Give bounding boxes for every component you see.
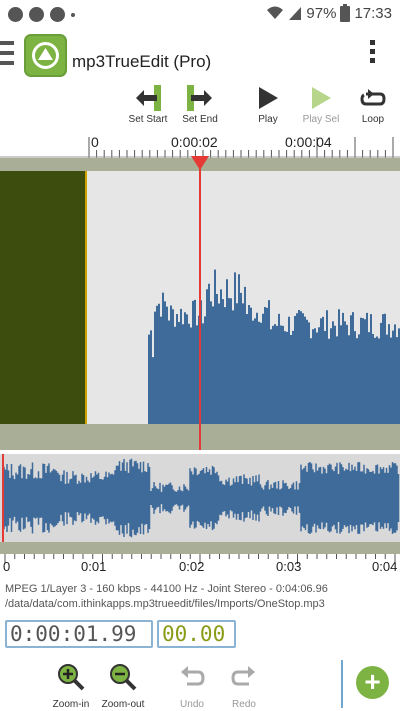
- notification-icon: [8, 7, 23, 22]
- app-logo-icon: [24, 34, 67, 77]
- audio-format-info: MPEG 1/Layer 3 - 160 kbps - 44100 Hz - J…: [5, 583, 328, 595]
- file-path: /data/data/com.ithinkapps.mp3trueedit/fi…: [5, 598, 325, 610]
- set-end-icon: [187, 85, 212, 111]
- play-icon: [259, 87, 278, 109]
- overview-label-2: 0:02: [179, 559, 205, 574]
- overview-band: [0, 542, 400, 554]
- overflow-menu-icon[interactable]: [366, 40, 378, 70]
- play-selection-label: Play Sel: [302, 114, 340, 125]
- wifi-icon: [267, 6, 284, 19]
- notification-icons: [8, 7, 75, 22]
- add-button[interactable]: +: [356, 666, 389, 699]
- battery-icon: [340, 4, 351, 22]
- ruler-label-start: 0: [91, 134, 99, 150]
- notification-icon: [50, 7, 65, 22]
- plus-icon: +: [364, 666, 381, 697]
- play-selection-button[interactable]: Play Sel: [294, 82, 348, 130]
- overview-label-3: 0:03: [276, 559, 302, 574]
- signal-icon: [289, 7, 302, 20]
- undo-icon: [181, 666, 205, 686]
- selection-length-display[interactable]: 00.00: [157, 620, 236, 648]
- set-start-button[interactable]: Set Start: [121, 82, 175, 130]
- set-end-button[interactable]: Set End: [173, 82, 227, 130]
- ruler-label-4s: 0:00:04: [285, 134, 332, 150]
- app-bar: mp3TrueEdit (Pro): [0, 30, 400, 82]
- set-end-label: Set End: [182, 114, 218, 125]
- playhead[interactable]: [199, 158, 201, 450]
- app-title: mp3TrueEdit (Pro): [72, 52, 212, 71]
- play-selection-icon: [312, 87, 331, 109]
- zoom-in-button[interactable]: Zoom-in: [44, 662, 98, 710]
- play-button[interactable]: Play: [241, 82, 295, 130]
- battery-percent: 97%: [306, 4, 337, 22]
- loop-button[interactable]: Loop: [346, 82, 400, 130]
- bottom-divider: [341, 660, 343, 708]
- overview-label-4: 0:04: [372, 559, 398, 574]
- bottom-toolbar: Zoom-in Zoom-out Undo Redo +: [0, 660, 400, 711]
- notification-icon: [29, 7, 44, 22]
- play-label: Play: [258, 114, 278, 125]
- redo-icon: [231, 666, 255, 686]
- menu-icon[interactable]: [0, 41, 14, 71]
- overview-position-marker: [2, 454, 4, 542]
- status-bar: 97% 17:33: [0, 0, 400, 30]
- redo-label: Redo: [232, 699, 256, 710]
- playhead-handle[interactable]: [191, 156, 209, 170]
- waveform-editor[interactable]: [0, 156, 400, 450]
- zoom-in-icon: [58, 664, 85, 691]
- zoom-in-label: Zoom-in: [52, 699, 90, 710]
- playback-toolbar: Set Start Set End Play Play Sel Loop: [0, 82, 400, 132]
- set-start-label: Set Start: [128, 114, 168, 125]
- loop-icon: [360, 89, 386, 106]
- overview-label-0: 0: [3, 559, 11, 574]
- zoom-out-label: Zoom-out: [101, 699, 145, 710]
- undo-label: Undo: [180, 699, 204, 710]
- more-notifications-icon: [71, 13, 75, 17]
- zoom-out-icon: [110, 664, 137, 691]
- ruler-label-2s: 0:00:02: [171, 134, 218, 150]
- undo-button[interactable]: Undo: [165, 662, 219, 710]
- set-start-icon: [136, 85, 161, 111]
- overview-graph: [3, 458, 400, 538]
- system-status: 97% 17:33: [266, 4, 392, 22]
- redo-button[interactable]: Redo: [217, 662, 271, 710]
- overview-label-1: 0:01: [81, 559, 107, 574]
- overview-ruler: 0 0:01 0:02 0:03 0:04: [0, 554, 400, 578]
- loop-label: Loop: [361, 114, 385, 125]
- clock: 17:33: [354, 4, 392, 22]
- zoom-out-button[interactable]: Zoom-out: [96, 662, 150, 710]
- overview-waveform[interactable]: [0, 454, 400, 554]
- position-time-display[interactable]: 0:00:01.99: [5, 620, 153, 648]
- timeline-ruler: 0 0:00:02 0:00:04: [0, 132, 400, 158]
